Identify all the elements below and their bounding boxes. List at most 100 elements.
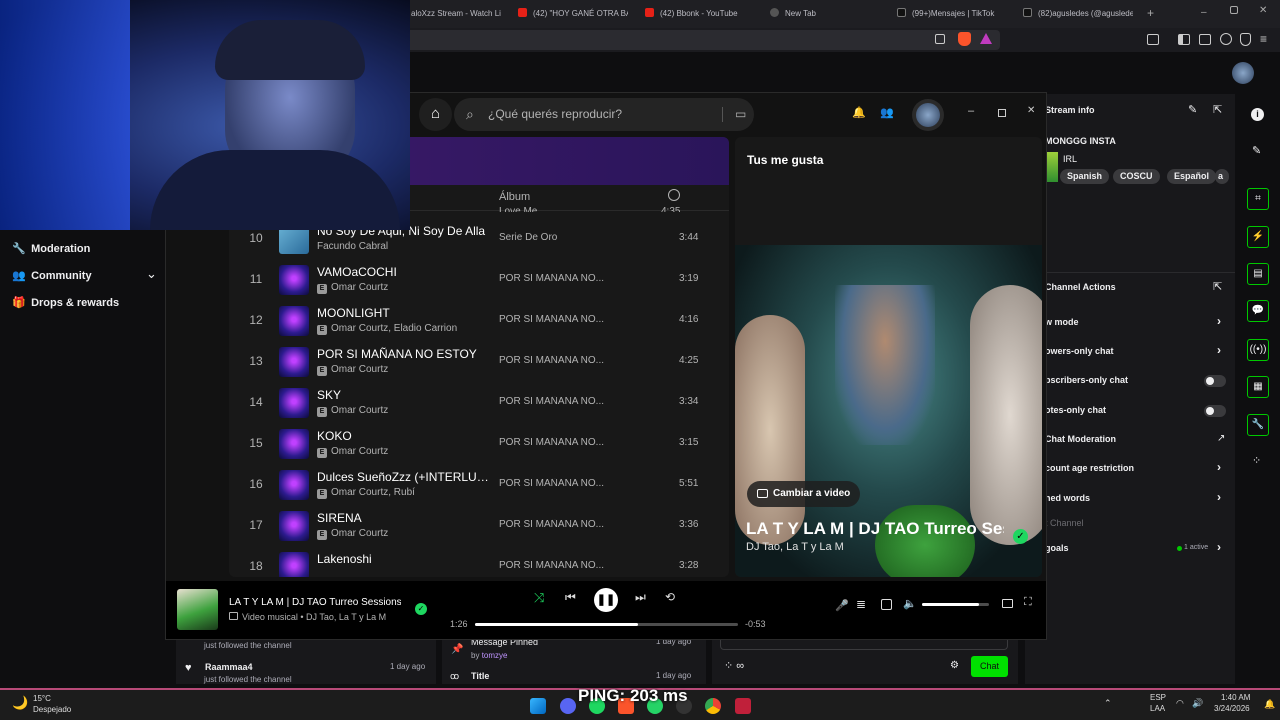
chevron-up-icon[interactable]: ⌃ bbox=[1104, 698, 1112, 709]
marker-button[interactable]: ▤ bbox=[1247, 263, 1269, 285]
track-artist[interactable]: E Omar Courtz bbox=[317, 364, 388, 376]
mic-icon[interactable]: 🎤 bbox=[835, 599, 849, 612]
track-artist[interactable]: E Omar Courtz bbox=[317, 405, 388, 417]
browse-icon[interactable]: ▭ bbox=[735, 98, 746, 131]
chat-input[interactable] bbox=[720, 640, 1008, 650]
track-album[interactable]: POR SI MAÑANA NO... bbox=[499, 355, 609, 366]
layout-button[interactable]: ▦ bbox=[1247, 376, 1269, 398]
track-row[interactable]: 16 Dulces SueñoZzz (+INTERLUDE) E Omar Cour… bbox=[229, 465, 729, 506]
track-album[interactable]: POR SI MAÑANA NO... bbox=[499, 314, 609, 325]
extensions-icon[interactable]: ⁘ bbox=[1252, 454, 1261, 467]
friends-icon[interactable]: 👥 bbox=[880, 106, 894, 119]
tag-pill[interactable]: Spanish bbox=[1060, 169, 1110, 184]
chat-send-button[interactable]: Chat bbox=[971, 656, 1008, 677]
sidebar-toggle-icon[interactable] bbox=[1178, 34, 1190, 45]
action-chat-moderation[interactable]: Chat Moderation bbox=[1045, 434, 1116, 444]
now-playing-artist[interactable]: DJ Tao, La T y La M bbox=[306, 612, 386, 622]
track-title[interactable]: KOKO bbox=[317, 429, 492, 443]
speaker-icon[interactable]: 🔊 bbox=[1192, 698, 1203, 709]
track-title[interactable]: POR SI MAÑANA NO ESTOY bbox=[317, 347, 492, 361]
tab-tiktok-profile[interactable]: (82)agusledes (@agusledes bbox=[1023, 4, 1133, 24]
track-artist[interactable]: E Omar Courtz, Rubí bbox=[317, 487, 415, 499]
nav-moderation[interactable]: 🔧 Moderation bbox=[12, 242, 90, 255]
user-avatar[interactable] bbox=[1232, 62, 1254, 84]
track-artist-name[interactable]: Omar Courtz bbox=[331, 364, 388, 375]
shuffle-icon[interactable]: ⤨ bbox=[534, 590, 544, 606]
nav-community[interactable]: 👥 Community bbox=[12, 269, 92, 282]
chevron-down-icon[interactable]: ⌄ bbox=[146, 266, 157, 282]
external-link-icon[interactable]: ↗ bbox=[1217, 433, 1225, 444]
track-album[interactable]: POR SI MAÑANA NO... bbox=[499, 396, 609, 407]
track-row[interactable]: 14 SKY E Omar Courtz POR SI MAÑANA NO... 3:34 bbox=[229, 383, 729, 424]
action-goals[interactable]: goals bbox=[1045, 543, 1069, 553]
minimize-icon[interactable]: – bbox=[1201, 7, 1207, 18]
tab-tiktok-messages[interactable]: (99+)Mensajes | TikTok bbox=[897, 4, 1012, 24]
info-icon[interactable]: i bbox=[1251, 108, 1264, 121]
video-song-title[interactable]: LA T Y LA M | DJ TAO Turreo Sessions bbox=[746, 519, 1004, 539]
queue-icon[interactable]: ≣ bbox=[856, 597, 866, 611]
tab-stream[interactable]: aloXzz Stream - Watch Li bbox=[411, 4, 506, 24]
track-artist[interactable]: E Omar Courtz bbox=[317, 528, 388, 540]
track-title[interactable]: SIRENA bbox=[317, 511, 492, 525]
discord-icon[interactable] bbox=[560, 698, 576, 714]
menu-icon[interactable]: ≡ bbox=[1260, 32, 1267, 46]
action-followers-only[interactable]: owers-only chat bbox=[1045, 346, 1114, 356]
volume-slider[interactable] bbox=[922, 603, 989, 606]
track-artist[interactable]: E Omar Courtz bbox=[317, 282, 388, 294]
profile-button[interactable] bbox=[912, 99, 944, 131]
track-artist-name[interactable]: Omar Courtz bbox=[331, 528, 388, 539]
share-icon[interactable] bbox=[935, 34, 945, 44]
previous-icon[interactable]: ⏮ bbox=[565, 590, 576, 605]
chevron-right-icon[interactable]: › bbox=[1217, 490, 1221, 504]
track-row[interactable]: 18 Lakenoshi POR SI MAÑANA NO... 3:28 bbox=[229, 547, 729, 577]
track-artist-name[interactable]: Facundo Cabral bbox=[317, 241, 388, 252]
tab-new-tab[interactable]: New Tab bbox=[770, 4, 870, 24]
track-title[interactable]: MOONLIGHT bbox=[317, 306, 492, 320]
settings-gear-icon[interactable]: ⚙ bbox=[950, 660, 959, 671]
track-artist[interactable]: Facundo Cabral bbox=[317, 241, 388, 252]
weather-desc[interactable]: Despejado bbox=[33, 705, 71, 714]
tag-pill[interactable]: Español bbox=[1167, 169, 1217, 184]
tag-pill[interactable]: COSCU bbox=[1113, 169, 1160, 184]
chat-button[interactable]: 💬 bbox=[1247, 300, 1269, 322]
activity-username[interactable]: Raammaa4 bbox=[205, 662, 253, 672]
url-field[interactable]: m bbox=[370, 30, 1000, 50]
maximize-icon[interactable] bbox=[998, 109, 1006, 117]
chevron-right-icon[interactable]: › bbox=[1217, 343, 1221, 357]
action-banned-words[interactable]: ned words bbox=[1045, 493, 1090, 503]
change-to-video-button[interactable]: Cambiar a video bbox=[747, 481, 861, 507]
track-row[interactable]: 15 KOKO E Omar Courtz POR SI MAÑANA NO... 3:1… bbox=[229, 424, 729, 465]
clip-button[interactable]: ⌗ bbox=[1247, 188, 1269, 210]
mod-tools-button[interactable]: 🔧 bbox=[1247, 414, 1269, 436]
now-playing-cover[interactable] bbox=[177, 589, 218, 630]
pinned-user[interactable]: tomzye bbox=[482, 651, 508, 660]
track-artist-name[interactable]: Omar Courtz bbox=[331, 282, 388, 293]
track-album[interactable]: POR SI MAÑANA NO... bbox=[499, 519, 609, 530]
chevron-right-icon[interactable]: › bbox=[1217, 540, 1221, 554]
track-title[interactable]: Lakenoshi bbox=[317, 552, 492, 566]
channel-points-icon[interactable]: ⁘ ∞ bbox=[724, 659, 744, 672]
track-title[interactable]: SKY bbox=[317, 388, 492, 402]
chevron-right-icon[interactable]: › bbox=[1217, 314, 1221, 328]
ad-break-button[interactable]: ⚡ bbox=[1247, 226, 1269, 248]
repeat-icon[interactable]: ⟲ bbox=[665, 590, 675, 604]
nav-drops-rewards[interactable]: 🎁 Drops & rewards bbox=[12, 296, 119, 309]
track-artist[interactable]: E Omar Courtz bbox=[317, 446, 388, 458]
emotes-only-toggle[interactable] bbox=[1204, 405, 1226, 417]
edit-icon[interactable]: ✎ bbox=[1252, 144, 1261, 157]
clock-date[interactable]: 3/24/2026 bbox=[1214, 704, 1250, 713]
wifi-icon[interactable]: ◠ bbox=[1176, 698, 1184, 709]
now-playing-title[interactable]: LA T Y LA M | DJ TAO Turreo Sessions # bbox=[229, 597, 401, 608]
brave-shields-icon[interactable] bbox=[958, 32, 971, 46]
track-row[interactable]: 13 POR SI MAÑANA NO ESTOY E Omar Courtz POR … bbox=[229, 342, 729, 383]
track-album[interactable]: POR SI MAÑANA NO... bbox=[499, 437, 609, 448]
track-title[interactable]: Dulces SueñoZzz (+INTERLUDE) bbox=[317, 470, 492, 484]
bell-icon[interactable]: 🔔 bbox=[852, 106, 866, 119]
track-album[interactable]: POR SI MAÑANA NO... bbox=[499, 478, 609, 489]
close-window-icon[interactable]: ✕ bbox=[1259, 5, 1267, 16]
track-album[interactable]: POR SI MAÑANA NO... bbox=[499, 560, 609, 571]
language-code[interactable]: ESP bbox=[1150, 693, 1166, 702]
track-artist[interactable]: E Omar Courtz, Eladio Carrion bbox=[317, 323, 457, 335]
home-icon[interactable]: ⌂ bbox=[419, 98, 452, 131]
reader-mode-icon[interactable] bbox=[1147, 34, 1159, 45]
